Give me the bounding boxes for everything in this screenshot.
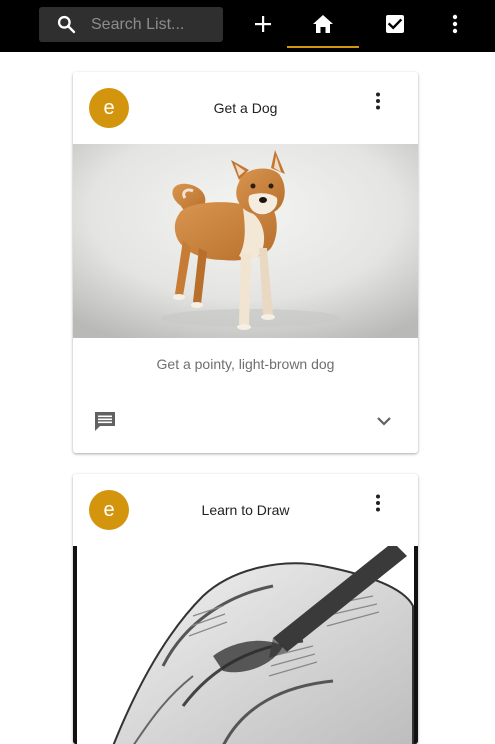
card-title: Learn to Draw: [201, 502, 290, 518]
active-tab-indicator: [287, 46, 359, 48]
home-tab[interactable]: [287, 0, 359, 48]
checkbox-icon: [386, 15, 404, 33]
plus-icon: [255, 16, 271, 32]
more-vert-icon: [376, 494, 380, 512]
add-button[interactable]: [248, 0, 278, 48]
shiba-dog-photo: [73, 144, 418, 338]
avatar: e: [89, 88, 129, 128]
comment-icon: [95, 412, 115, 431]
list-card: e Learn to Draw: [73, 474, 418, 744]
search-input[interactable]: [91, 7, 219, 42]
more-vert-icon: [376, 92, 380, 110]
list-card: e Get a Dog Get a pointy, light-brown do…: [73, 72, 418, 453]
card-description: Get a pointy, light-brown dog: [156, 356, 335, 372]
card-title: Get a Dog: [213, 100, 278, 116]
overflow-menu-button[interactable]: [441, 0, 469, 48]
card-menu-button[interactable]: [366, 491, 390, 515]
more-vert-icon: [452, 14, 458, 34]
avatar: e: [89, 490, 129, 530]
home-icon: [313, 15, 333, 33]
search-box[interactable]: [39, 7, 223, 42]
card-menu-button[interactable]: [366, 89, 390, 113]
search-icon: [57, 15, 76, 34]
top-app-bar: [0, 0, 495, 52]
comment-button[interactable]: [93, 409, 117, 433]
pencil-sketch-hand-drawing: [73, 546, 418, 744]
completed-tab[interactable]: [378, 0, 412, 48]
expand-button[interactable]: [372, 409, 396, 433]
chevron-down-icon: [377, 417, 391, 426]
